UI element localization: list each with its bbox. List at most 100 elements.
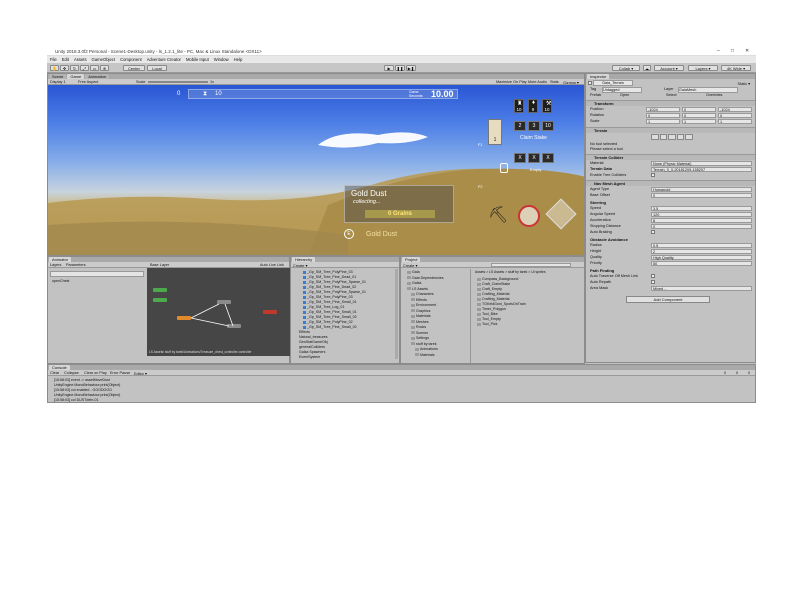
project-breadcrumb[interactable]: Assets > LS Assets > stuff by tarek > UI…	[475, 270, 546, 274]
hierarchy-item[interactable]: _Gp_SM_Tree_PolyPine_Sparse_01	[303, 290, 366, 294]
file-item[interactable]: Craft_Empty	[477, 287, 502, 291]
stats-toggle[interactable]: Stats	[550, 80, 559, 84]
nav-mesh-agent-header[interactable]: Nav Mesh Agent	[586, 180, 755, 186]
height-field[interactable]: 2	[651, 249, 752, 254]
hierarchy-scrollbar[interactable]	[395, 269, 398, 359]
scale-y-field[interactable]: 1	[682, 119, 716, 124]
step-button[interactable]: ▶❚	[406, 65, 416, 71]
auto-live-link-toggle[interactable]: Auto Live Link	[260, 263, 284, 267]
layers-tab[interactable]: Layers	[50, 263, 61, 267]
prefab-select-button[interactable]: Select	[666, 93, 677, 97]
parameters-tab[interactable]: Parameters	[66, 263, 86, 267]
menu-component[interactable]: Component	[120, 57, 142, 62]
warning-count[interactable]: 0	[736, 371, 738, 375]
folder-item[interactable]: Effects	[411, 298, 427, 302]
prefab-overrides-button[interactable]: Overrides	[706, 93, 722, 97]
slot-pick[interactable]: ⚒ 10	[542, 99, 552, 113]
terrain-raise-tool-icon[interactable]	[651, 134, 659, 140]
console-line[interactable]: [15:58:03] col DUSTdetn-01	[54, 398, 99, 402]
acceleration-field[interactable]: 8	[651, 218, 752, 223]
play-button[interactable]: ▶	[384, 65, 394, 71]
stopping-distance-field[interactable]: 0	[651, 224, 752, 229]
scale-tool-icon[interactable]: ⤢	[80, 65, 89, 71]
folder-item[interactable]: Meshes	[411, 320, 429, 324]
parameter-search-input[interactable]	[50, 271, 144, 277]
hierarchy-item[interactable]: Gaika Spawners	[299, 350, 325, 354]
console-line[interactable]: UnityEngine.MonoBehaviour:print(Object)	[54, 393, 120, 397]
file-item[interactable]: TGKeldGoni_SpotsOnTrain	[477, 302, 526, 306]
terrain-paint-tool-icon[interactable]	[659, 134, 668, 140]
area-mask-dropdown[interactable]: Mixed ...	[651, 286, 752, 291]
file-item[interactable]: Tool_Pick	[477, 322, 497, 326]
maximize-button[interactable]: □	[731, 48, 734, 54]
speed-field[interactable]: 3.5	[651, 206, 752, 211]
file-item[interactable]: Craft_ClaimStake	[477, 282, 510, 286]
display-dropdown[interactable]: Display 1	[50, 80, 66, 84]
hierarchy-item[interactable]: _Gp_SM_Tree_Pine_Small_01	[303, 310, 357, 314]
folder-item[interactable]: Settings	[411, 336, 429, 340]
hand-tool-icon[interactable]: ✋	[50, 65, 59, 71]
layout-dropdown[interactable]: 4K Wide ▾	[721, 65, 751, 71]
file-item[interactable]: Tool_Bike	[477, 312, 498, 316]
file-item[interactable]: Timer_Polygon	[477, 307, 506, 311]
info-count[interactable]: 0	[724, 371, 726, 375]
pause-button[interactable]: ❚❚	[395, 65, 405, 71]
folder-item[interactable]: Graphics	[411, 309, 430, 313]
auto-braking-checkbox[interactable]	[651, 230, 655, 234]
minimize-button[interactable]: –	[717, 48, 720, 54]
hierarchy-item[interactable]: Natural_treasures	[299, 335, 328, 339]
project-create-dropdown[interactable]: Create ▾	[403, 263, 417, 268]
file-item[interactable]: Crafting_Material	[477, 297, 509, 301]
hierarchy-item[interactable]: _Gp_SM_Tree_PolyPine_03	[303, 270, 353, 274]
transform-header[interactable]: Transform	[586, 100, 755, 106]
auto-repath-checkbox[interactable]	[651, 280, 655, 284]
folder-item[interactable]: LS Assets	[407, 287, 428, 291]
error-count[interactable]: 0	[748, 371, 750, 375]
scale-slider[interactable]	[148, 81, 208, 83]
console-editor-dropdown[interactable]: Editor ▾	[134, 371, 147, 376]
tab-inspector[interactable]: Inspector	[587, 74, 610, 79]
folder-item[interactable]: Rocks	[411, 325, 426, 329]
menu-gameobject[interactable]: GameObject	[92, 57, 116, 62]
terrain-data-field[interactable]: Terrain_0_0-20181209-155207	[651, 167, 752, 172]
hierarchy-item[interactable]: EventSystem	[299, 355, 320, 359]
folder-item[interactable]: Gaika	[407, 281, 421, 285]
folder-item[interactable]: Materials	[411, 314, 431, 318]
terrain-header[interactable]: Terrain	[586, 127, 755, 133]
hierarchy-item[interactable]: _Gp_SM_Tree_PolyPine_Sparse_01	[303, 280, 366, 284]
enable-tree-colliders-checkbox[interactable]	[651, 173, 655, 177]
account-dropdown[interactable]: Account ▾	[654, 65, 684, 71]
hierarchy-item[interactable]: _Gp_SM_Tree_Pine_Small_02	[303, 315, 357, 319]
folder-item[interactable]: Gaia Dependencies	[407, 276, 444, 280]
add-component-button[interactable]: Add Component	[626, 296, 710, 303]
object-active-toggle[interactable]	[588, 81, 592, 85]
position-z-field[interactable]: -1024	[718, 107, 752, 112]
x-button-1[interactable]: X	[514, 153, 526, 163]
terrain-detail-tool-icon[interactable]	[676, 134, 685, 140]
menu-help[interactable]: Help	[234, 57, 243, 62]
collab-dropdown[interactable]: Collab ▾	[612, 65, 640, 71]
rotation-z-field[interactable]: 0	[718, 113, 752, 118]
menu-mobile-input[interactable]: Mobile Input	[186, 57, 209, 62]
folder-item[interactable]: Materials	[415, 353, 435, 357]
x-button-3[interactable]: X	[542, 153, 554, 163]
animator-graph[interactable]: LS Assets/ stuff by tarek/Animations/Tre…	[147, 268, 290, 356]
console-clear-on-play-button[interactable]: Clear on Play	[84, 371, 107, 375]
layers-dropdown[interactable]: Layers ▾	[688, 65, 718, 71]
pickaxe-tool-icon[interactable]: ⛏	[488, 205, 508, 227]
menu-adventure-creator[interactable]: Adventure Creator	[147, 57, 181, 62]
x-button-2[interactable]: X	[528, 153, 540, 163]
slot-drop[interactable]: ♦ 9	[528, 99, 538, 113]
hierarchy-item[interactable]: _Gp_SM_Tree_PolyPine_02	[303, 320, 353, 324]
object-name-field[interactable]: Gaia_Terrain	[593, 80, 633, 86]
menu-window[interactable]: Window	[214, 57, 229, 62]
material-field[interactable]: None (Physic Material)	[651, 161, 752, 166]
hierarchy-create-dropdown[interactable]: Create ▾	[293, 263, 307, 268]
maximize-on-play-toggle[interactable]: Maximize On Play	[496, 80, 527, 84]
rect-tool-icon[interactable]: ▭	[90, 65, 99, 71]
agent-type-dropdown[interactable]: Humanoid	[651, 187, 752, 192]
rotation-x-field[interactable]: 0	[646, 113, 680, 118]
hierarchy-item[interactable]: _Gp_SM_Tree_Log_01	[303, 305, 344, 309]
position-x-field[interactable]: -1024	[646, 107, 680, 112]
mute-audio-toggle[interactable]: Mute Audio	[528, 80, 547, 84]
